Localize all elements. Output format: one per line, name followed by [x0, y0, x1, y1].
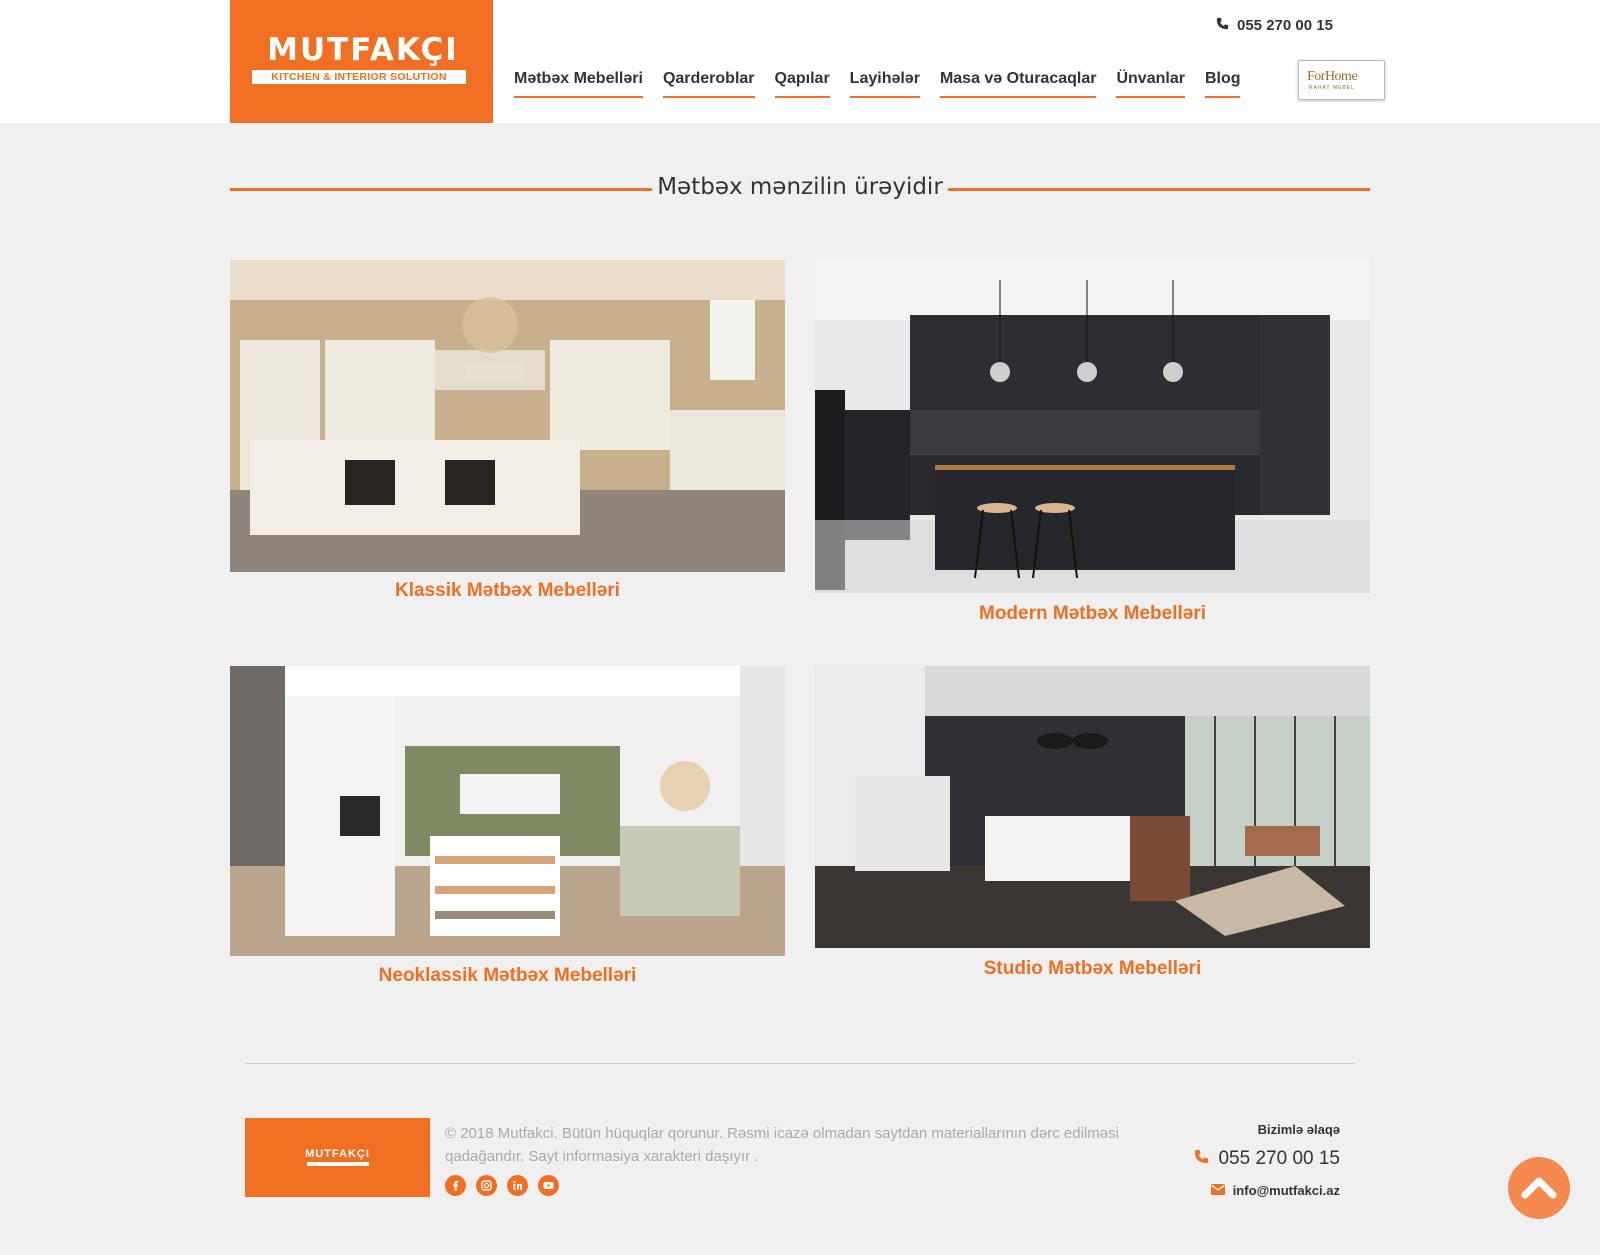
footer-email[interactable]: info@mutfakci.az — [1140, 1183, 1340, 1198]
nav-item-masa-ve-oturacaqlar[interactable]: Masa və Oturacaqlar — [939, 70, 1097, 98]
chevron-up-icon — [1521, 1177, 1557, 1199]
copyright-text: © 2018 Mutfakci. Bütün hüquqlar qorunur.… — [445, 1125, 1119, 1165]
footer-logo-title: MUTFAKÇI — [305, 1148, 370, 1160]
nav-item-qarderoblar[interactable]: Qarderoblar — [662, 70, 755, 98]
title-line-left — [230, 188, 652, 191]
nav-item-qapilar[interactable]: Qapılar — [774, 70, 830, 98]
phone-icon — [1216, 17, 1229, 34]
title-line-right — [948, 188, 1370, 191]
card-image-neoklassik[interactable] — [230, 666, 785, 956]
card-image-klassik[interactable] — [230, 260, 785, 572]
nav-item-layiheler[interactable]: Layihələr — [849, 70, 920, 98]
site-logo[interactable]: MUTFAKÇI KITCHEN & INTERIOR SOLUTION — [230, 0, 493, 123]
social-links — [445, 1175, 559, 1196]
header-phone-number: 055 270 00 15 — [1237, 17, 1333, 34]
footer-divider — [245, 1063, 1355, 1064]
nav-item-blog[interactable]: Blog — [1204, 70, 1241, 98]
footer-logo[interactable]: MUTFAKÇI — [245, 1118, 430, 1197]
linkedin-icon[interactable] — [507, 1175, 528, 1196]
phone-icon — [1194, 1148, 1214, 1169]
header-phone[interactable]: 055 270 00 15 — [1216, 17, 1333, 34]
card-label-neoklassik[interactable]: Neoklassik Mətbəx Mebelləri — [230, 965, 785, 987]
card-label-studio[interactable]: Studio Mətbəx Mebelləri — [815, 958, 1370, 980]
envelope-icon — [1211, 1183, 1229, 1198]
card-label-modern[interactable]: Modern Mətbəx Mebelləri — [815, 603, 1370, 625]
instagram-icon[interactable] — [476, 1175, 497, 1196]
logo-subtitle: KITCHEN & INTERIOR SOLUTION — [252, 70, 466, 84]
nav-item-unvanlar[interactable]: Ünvanlar — [1116, 70, 1185, 98]
partner-logo-text: ForHome — [1307, 69, 1358, 84]
card-image-modern[interactable] — [815, 260, 1370, 593]
scroll-to-top-button[interactable] — [1508, 1157, 1570, 1219]
footer-logo-subtitle-bar — [307, 1162, 369, 1166]
main-nav: Mətbəx Mebelləri Qarderoblar Qapılar Lay… — [514, 70, 1260, 98]
footer-phone[interactable]: 055 270 00 15 — [1140, 1148, 1340, 1170]
card-label-klassik[interactable]: Klassik Mətbəx Mebelləri — [230, 580, 785, 602]
partner-logo-forhome[interactable]: ForHome RAHAT MEBEL — [1298, 60, 1385, 100]
footer-phone-number: 055 270 00 15 — [1218, 1148, 1340, 1169]
footer-email-address: info@mutfakci.az — [1232, 1183, 1340, 1198]
nav-item-metbex-mebelleri[interactable]: Mətbəx Mebelləri — [514, 70, 643, 98]
logo-title: MUTFAKÇI — [267, 32, 459, 68]
contact-title: Bizimlə əlaqə — [1257, 1122, 1340, 1137]
facebook-icon[interactable] — [445, 1175, 466, 1196]
card-image-studio[interactable] — [815, 666, 1370, 948]
section-title: Mətbəx mənzilin ürəyidir — [657, 174, 943, 200]
youtube-icon[interactable] — [538, 1175, 559, 1196]
partner-logo-subtext: RAHAT MEBEL — [1309, 85, 1355, 91]
site-header: MUTFAKÇI KITCHEN & INTERIOR SOLUTION 055… — [0, 0, 1600, 123]
